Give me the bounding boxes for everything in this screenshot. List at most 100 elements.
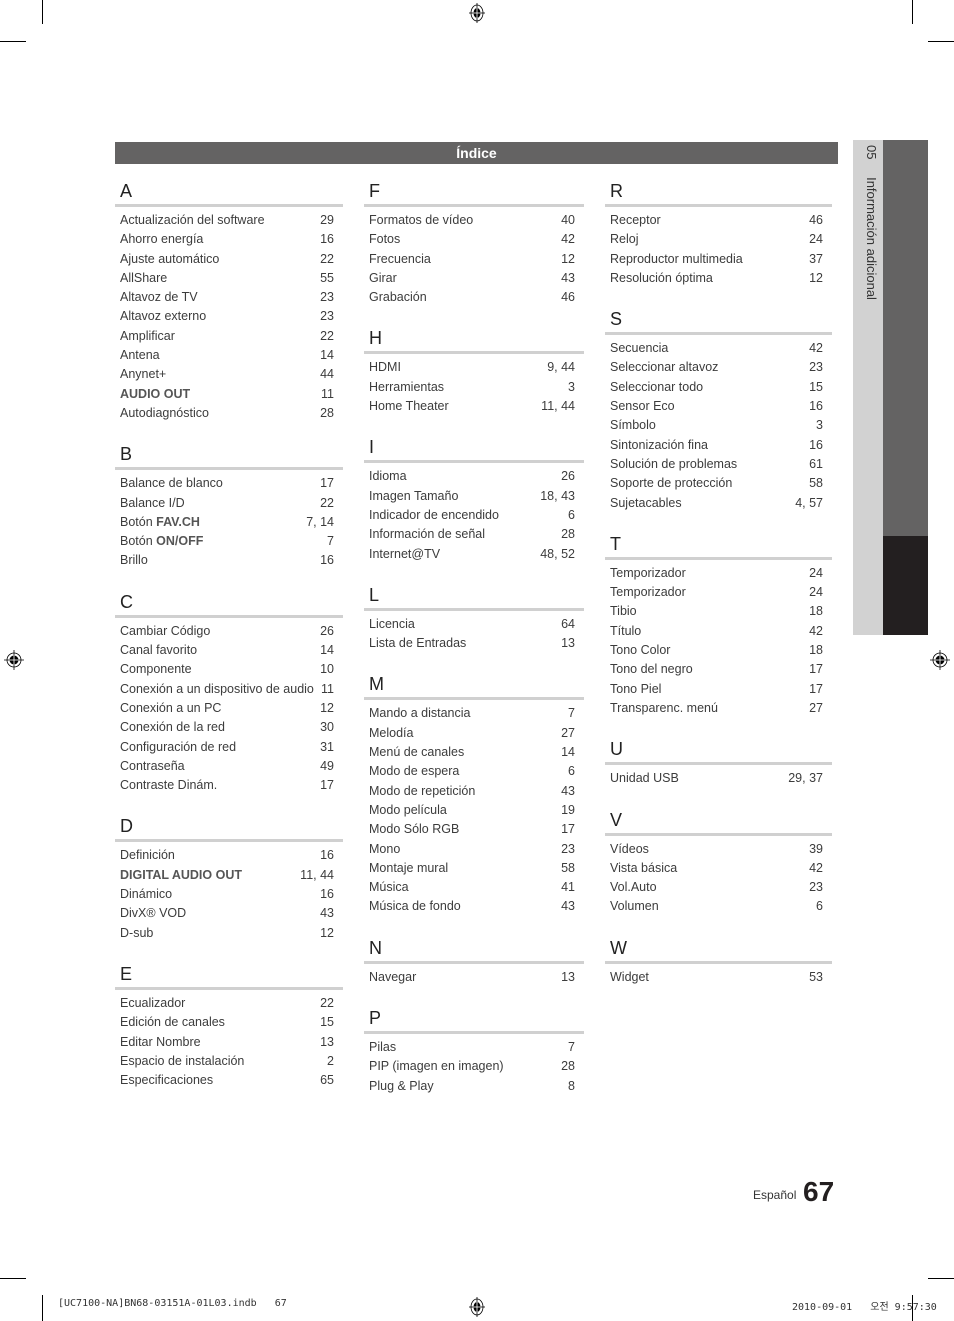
entry-pages: 17 (809, 662, 823, 677)
entry-pages: 24 (809, 232, 823, 247)
section-divider (605, 556, 832, 560)
entry-pages: 14 (320, 348, 334, 363)
entry-term-text: Antena (120, 348, 160, 363)
entry-term-text: Sintonización fina (610, 437, 708, 452)
entry-term: Seleccionar todo (610, 378, 703, 397)
entry-term: Altavoz externo (120, 307, 206, 326)
section-letter: D (120, 816, 133, 837)
entry-pages: 58 (809, 476, 823, 491)
entry-term-text: Edición de canales (120, 1015, 225, 1030)
entry-pages: 10 (320, 662, 334, 677)
index-column-1: A Actualización del software 29 Ahorro ener… (115, 180, 343, 1110)
index-entry: Fotos 42 (364, 230, 584, 249)
index-entry: Vídeos 39 (605, 840, 832, 859)
entry-pages: 26 (561, 469, 575, 484)
entry-pages: 6 (816, 899, 823, 914)
index-entry: Melodía 27 (364, 724, 584, 743)
section-letter: I (369, 437, 375, 458)
entry-term: Unidad USB (610, 769, 679, 788)
index-entry: Vista básica 42 (605, 859, 832, 878)
entry-term: Balance de blanco (120, 474, 223, 493)
index-entry: Espacio de instalación 2 (115, 1052, 343, 1071)
section-divider (115, 839, 343, 843)
entry-term: Conexión a un dispositivo de audio (120, 680, 314, 699)
entry-pages: 3 (816, 418, 823, 433)
index-entry: Modo película 19 (364, 801, 584, 820)
index-entry: Balance I/D 22 (115, 494, 343, 513)
entry-pages: 22 (320, 328, 334, 343)
index-entry: Unidad USB 29, 37 (605, 769, 832, 788)
entry-term: Definición (120, 846, 175, 865)
index-entry: Mando a distancia 7 (364, 704, 584, 723)
entry-term-text: Brillo (120, 553, 148, 568)
entry-pages: 23 (320, 309, 334, 324)
index-entry: Definición 16 (115, 846, 343, 865)
entry-term: Pilas (369, 1038, 396, 1057)
entry-pages: 8 (568, 1078, 575, 1093)
entry-term-text: Conexión a un PC (120, 700, 222, 715)
entry-term-text: Temporizador (610, 565, 686, 580)
entry-term-text: Reproductor multimedia (610, 251, 743, 266)
index-section-b: B Balance de blanco 17 Balance I/D 22 Botón F… (115, 443, 343, 570)
entry-term-text: Melodía (369, 725, 414, 740)
entry-term: Idioma (369, 467, 407, 486)
entry-term-text: Ahorro energía (120, 232, 204, 247)
index-entry: DivX® VOD 43 (115, 904, 343, 923)
section-letter: W (610, 937, 627, 958)
entry-term: Cambiar Código (120, 622, 210, 641)
index-entry: Imagen Tamaño 18, 43 (364, 487, 584, 506)
index-section-s: S Secuencia 42 Seleccionar altavoz 23 Selecci… (605, 308, 832, 513)
entry-term-text: Tono Color (610, 643, 671, 658)
section-divider (115, 614, 343, 618)
entry-term-text: Vista básica (610, 860, 678, 875)
entry-term: Temporizador (610, 564, 686, 583)
entry-pages: 7 (568, 706, 575, 721)
entry-term: Indicador de encendido (369, 506, 499, 525)
entry-term: Botón FAV.CH (120, 513, 200, 532)
index-entry: Internet@TV 48, 52 (364, 545, 584, 564)
section-divider (364, 960, 584, 964)
crop-mark (928, 41, 954, 42)
entry-pages: 28 (561, 527, 575, 542)
entry-term-text: Seleccionar altavoz (610, 360, 719, 375)
entry-term-text: Tono del negro (610, 662, 693, 677)
section-divider (364, 1031, 584, 1035)
entry-term-text: Herramientas (369, 379, 445, 394)
entry-term-text: Amplificar (120, 328, 175, 343)
entry-term-text: Conexión de la red (120, 720, 225, 735)
entry-pages: 6 (568, 507, 575, 522)
index-entry: PIP (imagen en imagen) 28 (364, 1057, 584, 1076)
index-entry: Modo Sólo RGB 17 (364, 820, 584, 839)
entry-pages: 42 (809, 623, 823, 638)
index-entry: Brillo 16 (115, 551, 343, 570)
entry-term-text: Formatos de vídeo (369, 213, 474, 227)
entry-term-text: DivX® VOD (120, 906, 187, 921)
entry-term: D-sub (120, 924, 153, 943)
section-divider (364, 204, 584, 207)
entry-term: Anynet+ (120, 365, 166, 384)
entry-term: Botón ON/OFF (120, 532, 203, 551)
entry-term: Tono Color (610, 641, 670, 660)
entry-term-text: Modo Sólo RGB (369, 822, 460, 837)
entry-term-text: Seleccionar todo (610, 379, 704, 394)
entry-term: HDMI (369, 358, 401, 377)
entry-pages: 26 (320, 623, 334, 638)
entry-pages: 18 (809, 643, 823, 658)
index-entry: Home Theater 11, 44 (364, 397, 584, 416)
entry-term: Melodía (369, 724, 413, 743)
section-divider (605, 332, 832, 336)
entry-term-text: Conexión a un dispositivo de audio (120, 681, 314, 696)
index-entry: Ahorro energía 16 (115, 230, 343, 249)
entry-term-text: Sujetacables (610, 495, 682, 510)
entry-term: Girar (369, 269, 397, 288)
entry-term: Balance I/D (120, 494, 185, 513)
entry-term: DIGITAL AUDIO OUT (120, 866, 242, 885)
entry-term: Configuración de red (120, 738, 236, 757)
entry-pages: 43 (561, 899, 575, 914)
index-section-d: D Definición 16 DIGITAL AUDIO OUT 11, 44 Diná… (115, 815, 343, 942)
entry-pages: 42 (809, 341, 823, 356)
index-column-2: F Formatos de vídeo 40 Fotos 42 Frecuencia 12 G… (364, 180, 584, 1116)
crop-mark (42, 0, 43, 24)
index-section-i: I Idioma 26 Imagen Tamaño 18, 43 Indicador de… (364, 436, 584, 563)
index-entry: Componente 10 (115, 660, 343, 679)
